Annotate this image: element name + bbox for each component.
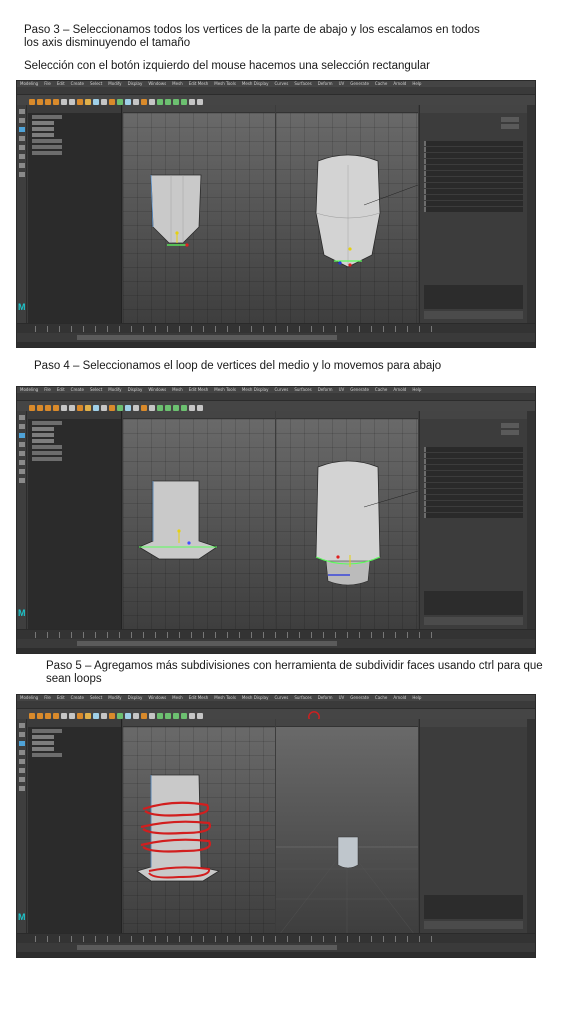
- toolbox[interactable]: [17, 105, 27, 323]
- viewport-front[interactable]: [123, 719, 275, 933]
- outliner-panel[interactable]: [28, 719, 122, 933]
- help-line: [17, 648, 535, 653]
- viewport-front[interactable]: [123, 411, 275, 629]
- status-line[interactable]: [17, 701, 535, 709]
- viewport-persp[interactable]: [276, 719, 418, 933]
- time-slider[interactable]: [17, 629, 535, 639]
- screenshot-step-5: Modeling File Edit Create Select Modify Displa…: [16, 694, 536, 958]
- mesh-cylinder: [136, 774, 221, 882]
- screenshot-step-3: Modeling File Edit Create Select Modify Displa…: [16, 80, 536, 348]
- attribute-editor[interactable]: [419, 719, 527, 933]
- step-3-subtitle: Selección con el botón izquierdo del mou…: [24, 60, 430, 72]
- step-4-title: Paso 4 – Seleccionamos el loop de vertic…: [34, 360, 442, 372]
- mesh-cylinder-persp: [315, 460, 418, 586]
- status-line[interactable]: [17, 393, 535, 401]
- channel-sidebar[interactable]: [527, 411, 535, 629]
- maya-logo: M: [18, 912, 26, 922]
- toolbox[interactable]: [17, 411, 27, 629]
- channel-sidebar[interactable]: [527, 105, 535, 323]
- help-line: [17, 342, 535, 347]
- mesh-cylinder: [150, 174, 202, 247]
- mesh-cylinder: [138, 480, 218, 560]
- maya-logo: M: [18, 608, 26, 618]
- outliner-panel[interactable]: [28, 105, 122, 323]
- step-5-title: Paso 5 – Agregamos más subdivisiones con…: [46, 660, 543, 685]
- status-line[interactable]: [17, 87, 535, 95]
- range-slider[interactable]: [17, 943, 535, 952]
- time-slider[interactable]: [17, 933, 535, 943]
- screenshot-step-4: Modeling File Edit Create Select Modify Displa…: [16, 386, 536, 654]
- perspective-grid: [276, 836, 418, 933]
- outliner-panel[interactable]: [28, 411, 122, 629]
- viewport-persp[interactable]: [276, 411, 418, 629]
- attribute-editor[interactable]: [419, 105, 527, 323]
- help-line: [17, 952, 535, 957]
- time-slider[interactable]: [17, 323, 535, 333]
- attribute-editor[interactable]: [419, 411, 527, 629]
- channel-sidebar[interactable]: [527, 719, 535, 933]
- step-3-title: Paso 3 – Seleccionamos todos los vertice…: [24, 24, 480, 49]
- range-slider[interactable]: [17, 333, 535, 342]
- range-slider[interactable]: [17, 639, 535, 648]
- maya-logo: M: [18, 302, 26, 312]
- mesh-cylinder-persp: [315, 154, 418, 268]
- toolbox[interactable]: [17, 719, 27, 933]
- viewport-front[interactable]: [123, 105, 275, 323]
- viewport-persp[interactable]: [276, 105, 418, 323]
